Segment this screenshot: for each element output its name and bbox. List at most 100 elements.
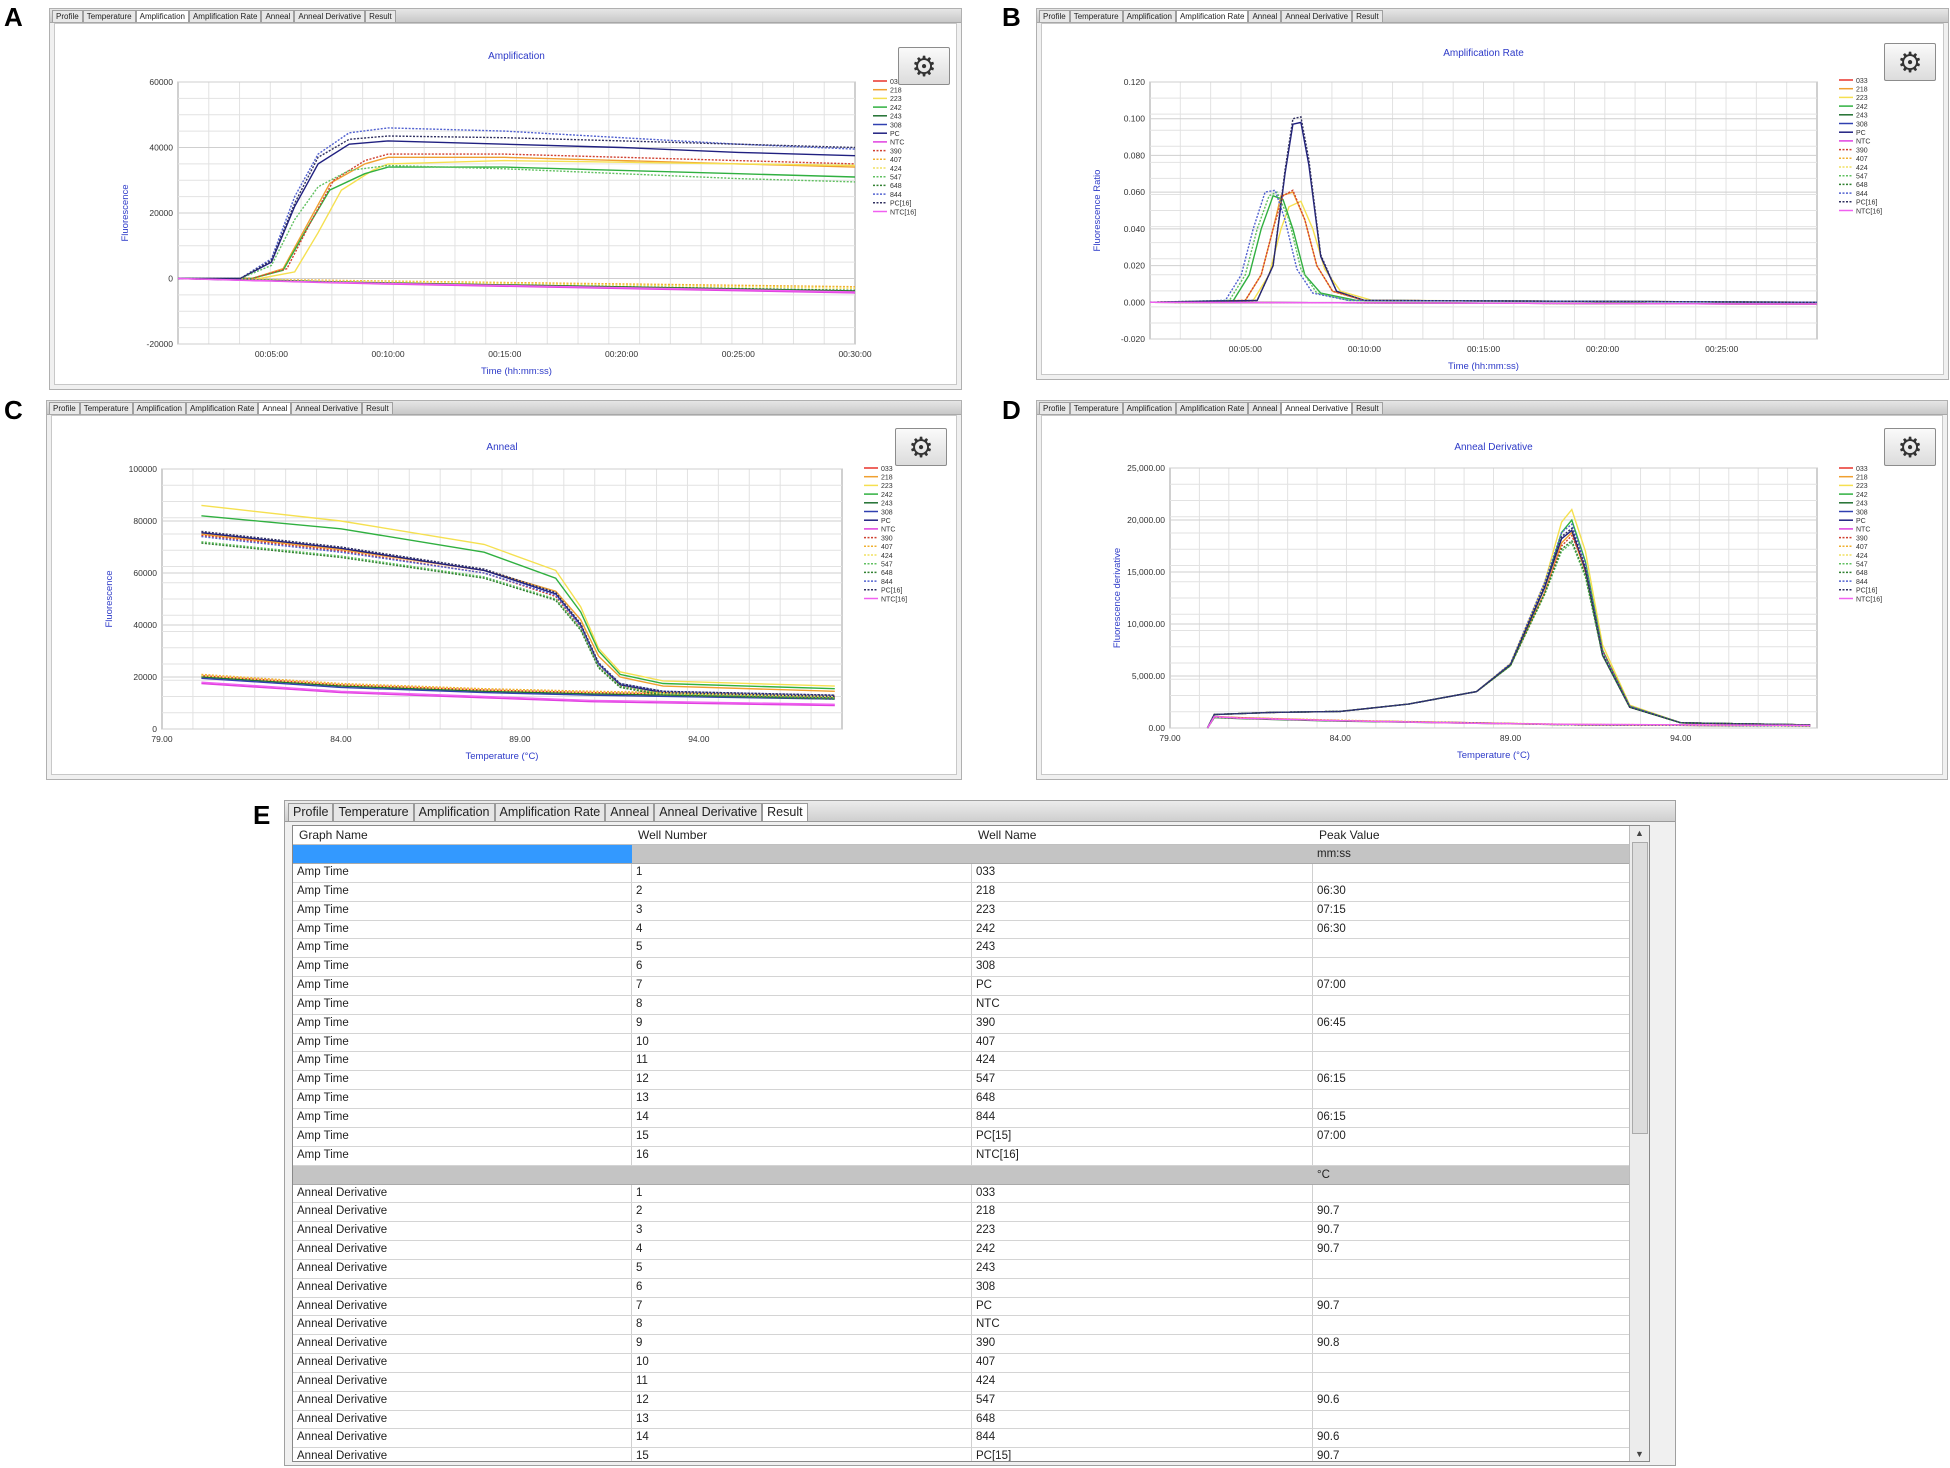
table-row[interactable]: Anneal Derivative 11 424 <box>293 1372 1649 1392</box>
scroll-thumb[interactable] <box>1632 842 1648 1134</box>
table-row[interactable]: Anneal Derivative 1 033 <box>293 1184 1649 1204</box>
table-row[interactable]: Anneal Derivative 4 242 90.7 <box>293 1241 1649 1260</box>
table-row[interactable]: Anneal Derivative 12 547 90.6 <box>293 1391 1649 1411</box>
table-row[interactable]: Amp Time 10 407 <box>293 1033 1649 1053</box>
tab-anneal[interactable]: Anneal <box>605 803 655 821</box>
column-header-well-number[interactable]: Well Number <box>632 826 972 844</box>
table-row[interactable]: Anneal Derivative 15 PC[15] 90.7 <box>293 1448 1649 1461</box>
tab-anneal-derivative[interactable]: Anneal Derivative <box>654 803 763 821</box>
unit-row-cell <box>972 1166 1313 1184</box>
table-row[interactable]: Anneal Derivative 10 407 <box>293 1354 1649 1373</box>
tab-profile[interactable]: Profile <box>288 803 334 821</box>
tab-amplification[interactable]: Amplification <box>413 803 495 821</box>
table-row[interactable]: Anneal Derivative 2 218 90.7 <box>293 1203 1649 1223</box>
settings-button[interactable]: ⚙ <box>898 47 950 85</box>
tab-profile[interactable]: Profile <box>49 402 80 414</box>
anneal-unit-row[interactable]: °C <box>293 1165 1649 1185</box>
tab-amplification[interactable]: Amplification <box>135 10 189 22</box>
amp-unit-row[interactable]: mm:ss <box>293 845 1649 864</box>
well-number-cell: 13 <box>632 1410 972 1429</box>
tab-temperature[interactable]: Temperature <box>1069 10 1123 22</box>
tab-anneal[interactable]: Anneal <box>261 10 295 22</box>
table-row[interactable]: Anneal Derivative 9 390 90.8 <box>293 1335 1649 1355</box>
scroll-up-arrow-icon[interactable]: ▲ <box>1630 826 1649 840</box>
vertical-scrollbar[interactable]: ▲ ▼ <box>1629 826 1649 1461</box>
tab-amplification-rate[interactable]: Amplification Rate <box>494 803 606 821</box>
legend-entry: 648 <box>890 183 902 190</box>
table-row[interactable]: Amp Time 11 424 <box>293 1052 1649 1072</box>
tab-anneal[interactable]: Anneal <box>1248 10 1282 22</box>
tab-profile[interactable]: Profile <box>1039 10 1070 22</box>
tab-anneal[interactable]: Anneal <box>258 402 292 414</box>
table-row[interactable]: Anneal Derivative 3 223 90.7 <box>293 1222 1649 1242</box>
tab-anneal-derivative[interactable]: Anneal Derivative <box>294 10 366 22</box>
y-tick-label: 100000 <box>129 464 158 474</box>
settings-button[interactable]: ⚙ <box>895 428 947 466</box>
tab-temperature[interactable]: Temperature <box>333 803 414 821</box>
table-row[interactable]: Amp Time 6 308 <box>293 958 1649 978</box>
table-row[interactable]: Amp Time 2 218 06:30 <box>293 882 1649 902</box>
peak-value-cell: 90.7 <box>1313 1222 1649 1241</box>
well-name-cell: 242 <box>972 920 1313 939</box>
table-row[interactable]: Amp Time 3 223 07:15 <box>293 901 1649 921</box>
tab-amplification-rate[interactable]: Amplification Rate <box>1175 402 1249 414</box>
well-number-cell: 2 <box>632 1203 972 1222</box>
tab-result[interactable]: Result <box>762 803 808 821</box>
tab-result[interactable]: Result <box>1352 10 1383 22</box>
tab-bar: Profile Temperature Amplification Amplifica… <box>47 401 961 415</box>
table-row[interactable]: Anneal Derivative 8 NTC <box>293 1316 1649 1336</box>
table-row[interactable]: Amp Time 16 NTC[16] <box>293 1146 1649 1166</box>
table-row[interactable]: Anneal Derivative 6 308 <box>293 1278 1649 1298</box>
unit-row-cell <box>632 1166 972 1184</box>
tab-anneal[interactable]: Anneal <box>1248 402 1282 414</box>
peak-value-cell: 06:45 <box>1313 1014 1649 1033</box>
tab-result[interactable]: Result <box>1352 402 1383 414</box>
legend-entry: 390 <box>1856 147 1868 154</box>
table-row[interactable]: Amp Time 12 547 06:15 <box>293 1071 1649 1091</box>
tab-anneal-derivative[interactable]: Anneal Derivative <box>1281 10 1353 22</box>
legend-entry: 424 <box>890 166 902 173</box>
unit-row-cell <box>972 845 1313 863</box>
table-row[interactable]: Amp Time 14 844 06:15 <box>293 1108 1649 1128</box>
tab-amplification-rate[interactable]: Amplification Rate <box>188 10 262 22</box>
settings-button[interactable]: ⚙ <box>1884 428 1936 466</box>
graph-name-cell: Amp Time <box>293 1014 632 1033</box>
settings-button[interactable]: ⚙ <box>1884 43 1936 81</box>
tab-temperature[interactable]: Temperature <box>82 10 136 22</box>
table-row[interactable]: Amp Time 4 242 06:30 <box>293 920 1649 940</box>
table-row[interactable]: Amp Time 5 243 <box>293 939 1649 959</box>
panel-letter-a: A <box>4 2 23 32</box>
chart-panel-d: Profile Temperature Amplification Amplifica… <box>1036 400 1948 780</box>
column-header-peak-value[interactable]: Peak Value <box>1313 826 1649 844</box>
tab-amplification[interactable]: Amplification <box>1122 10 1176 22</box>
column-header-well-name[interactable]: Well Name <box>972 826 1313 844</box>
tab-amplification[interactable]: Amplification <box>1122 402 1176 414</box>
tab-amplification-rate[interactable]: Amplification Rate <box>185 402 259 414</box>
scroll-down-arrow-icon[interactable]: ▼ <box>1630 1447 1649 1461</box>
table-row[interactable]: Amp Time 8 NTC <box>293 995 1649 1015</box>
table-row[interactable]: Anneal Derivative 14 844 90.6 <box>293 1429 1649 1449</box>
tab-anneal-derivative[interactable]: Anneal Derivative <box>1281 402 1353 414</box>
tab-temperature[interactable]: Temperature <box>79 402 133 414</box>
tab-anneal-derivative[interactable]: Anneal Derivative <box>291 402 363 414</box>
table-row[interactable]: Amp Time 13 648 <box>293 1090 1649 1109</box>
table-row[interactable]: Amp Time 1 033 <box>293 864 1649 883</box>
y-tick-label: 40000 <box>133 620 157 630</box>
selected-cell[interactable] <box>293 845 632 863</box>
table-row[interactable]: Anneal Derivative 13 648 <box>293 1410 1649 1430</box>
table-row[interactable]: Amp Time 7 PC 07:00 <box>293 977 1649 996</box>
table-row[interactable]: Amp Time 9 390 06:45 <box>293 1014 1649 1034</box>
table-row[interactable]: Anneal Derivative 5 243 <box>293 1259 1649 1279</box>
plot-area: Amplification -20000 0 20000 40000 60000 00:05… <box>54 23 957 385</box>
table-row[interactable]: Anneal Derivative 7 PC 90.7 <box>293 1297 1649 1317</box>
tab-profile[interactable]: Profile <box>1039 402 1070 414</box>
tab-profile[interactable]: Profile <box>52 10 83 22</box>
tab-amplification[interactable]: Amplification <box>132 402 186 414</box>
tab-result[interactable]: Result <box>365 10 396 22</box>
table-row[interactable]: Amp Time 15 PC[15] 07:00 <box>293 1127 1649 1147</box>
x-tick-label: 89.00 <box>509 734 531 744</box>
tab-result[interactable]: Result <box>362 402 393 414</box>
column-header-graph-name[interactable]: Graph Name <box>293 826 632 844</box>
tab-temperature[interactable]: Temperature <box>1069 402 1123 414</box>
tab-amplification-rate[interactable]: Amplification Rate <box>1175 10 1249 22</box>
